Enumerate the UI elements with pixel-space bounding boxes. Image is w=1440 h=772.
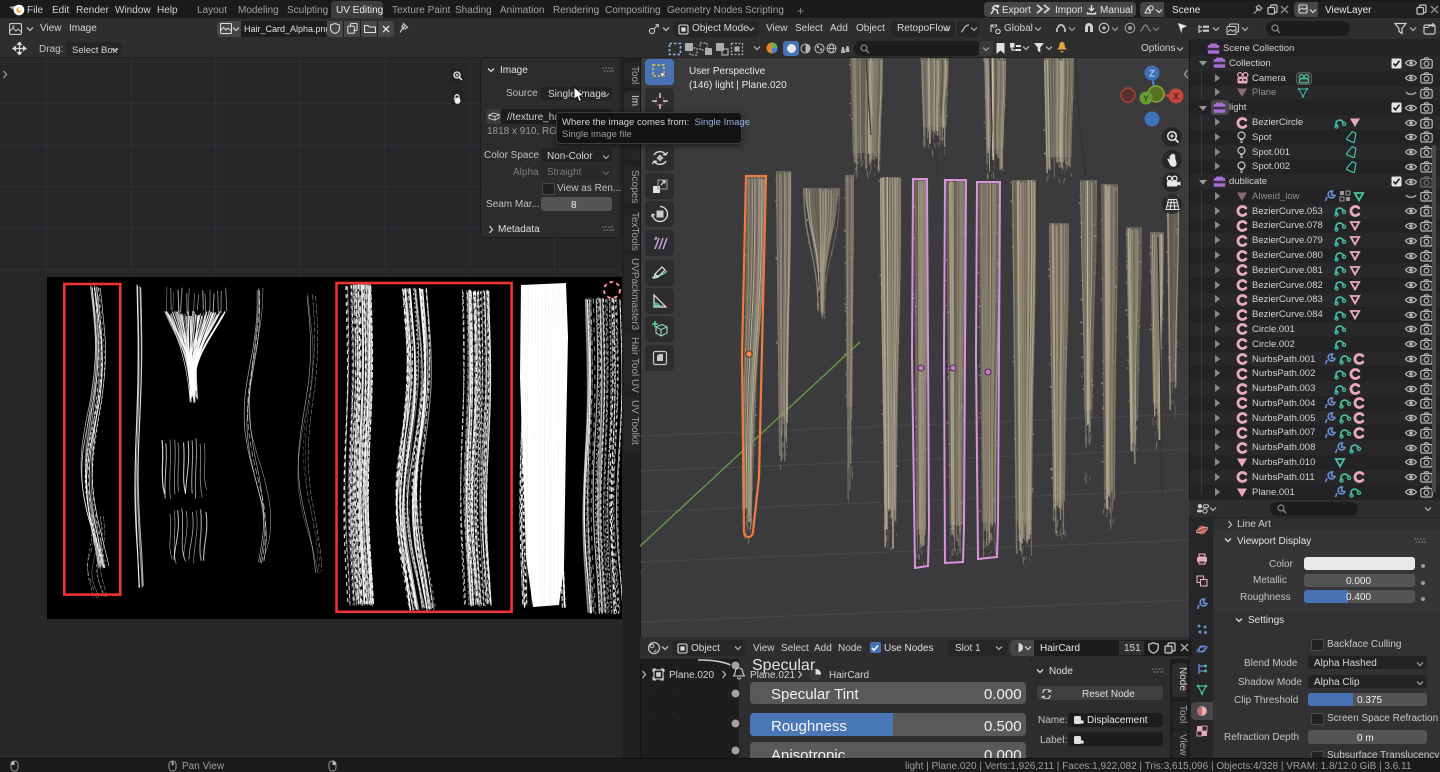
svg-text:Z: Z [1149, 69, 1155, 79]
svg-text:Y: Y [1143, 94, 1149, 104]
svg-text:X: X [1173, 92, 1179, 102]
